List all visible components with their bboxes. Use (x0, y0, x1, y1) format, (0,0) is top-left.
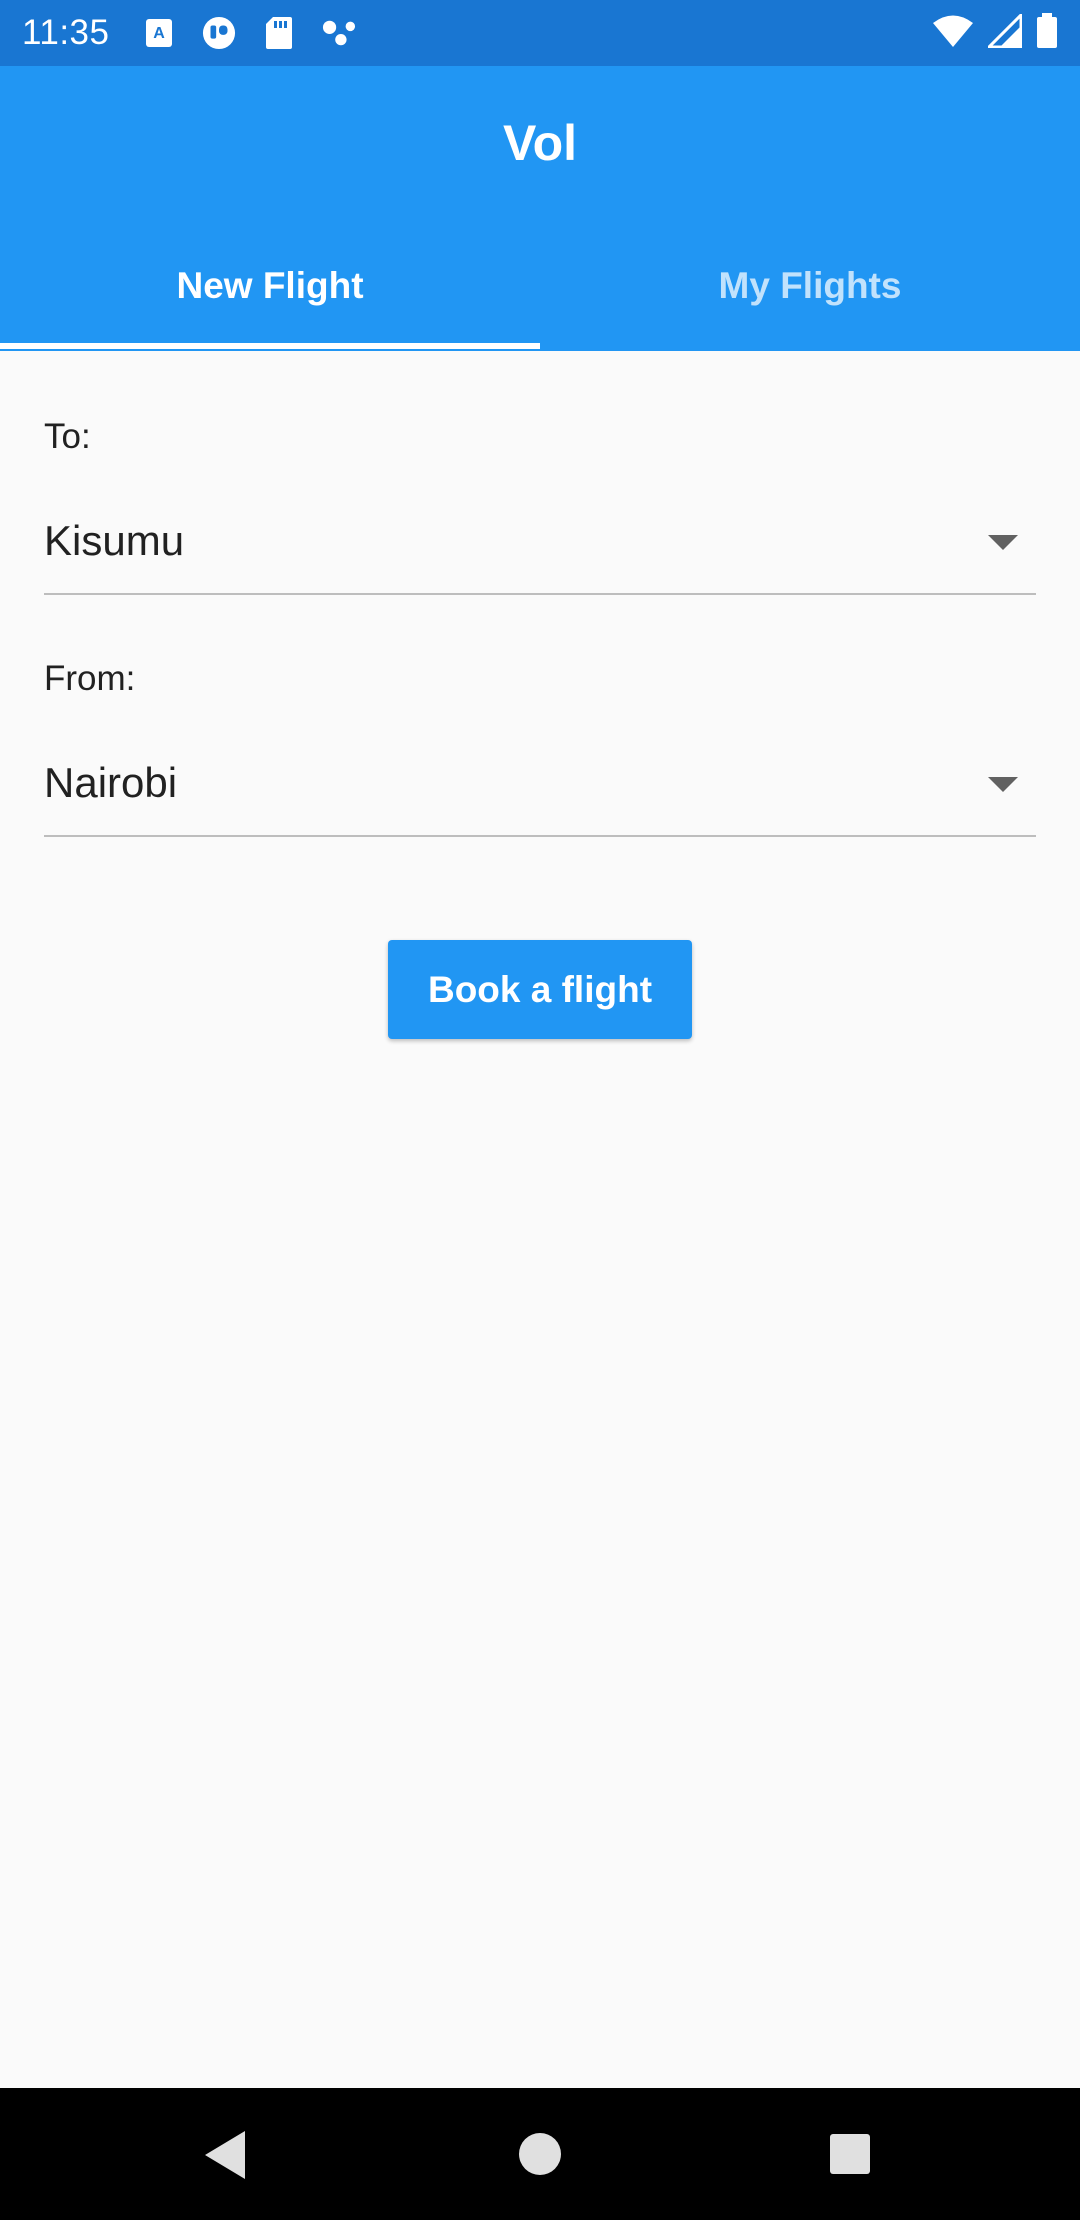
tab-my-flights[interactable]: My Flights (540, 256, 1080, 351)
tab-new-flight-label: New Flight (176, 265, 364, 306)
from-dropdown-value: Nairobi (44, 759, 178, 806)
status-right (932, 10, 1058, 54)
status-time: 11:35 (22, 13, 110, 52)
connections-icon (322, 16, 356, 50)
cell-signal-icon (985, 10, 1023, 53)
tab-indicator (0, 343, 540, 349)
app-title: Vol (502, 115, 578, 171)
book-flight-button[interactable]: Book a flight (388, 940, 692, 1039)
tab-new-flight[interactable]: New Flight (0, 256, 540, 351)
to-dropdown[interactable]: Kisumu (44, 505, 1036, 595)
sd-card-icon (262, 16, 296, 50)
camera-app-icon (202, 16, 236, 50)
wifi-icon (932, 14, 974, 53)
dropdown-arrow-icon (988, 535, 1018, 550)
home-icon[interactable] (519, 2133, 561, 2175)
from-dropdown[interactable]: Nairobi (44, 747, 1036, 837)
back-icon[interactable] (205, 2131, 245, 2179)
from-label: From: (44, 659, 136, 698)
to-label: To: (44, 417, 91, 456)
tab-my-flights-label: My Flights (718, 265, 902, 306)
to-dropdown-value: Kisumu (44, 517, 185, 564)
battery-icon (1036, 12, 1058, 54)
app-bar: Vol New Flight My Flights (0, 66, 1080, 351)
svg-text:A: A (153, 25, 165, 42)
status-bar: 11:35 A (0, 0, 1080, 66)
recents-icon[interactable] (830, 2134, 870, 2174)
system-nav-bar (0, 2088, 1080, 2220)
dropdown-arrow-icon (988, 777, 1018, 792)
a-notification-icon: A (142, 16, 176, 50)
status-left: 11:35 A (22, 13, 382, 53)
